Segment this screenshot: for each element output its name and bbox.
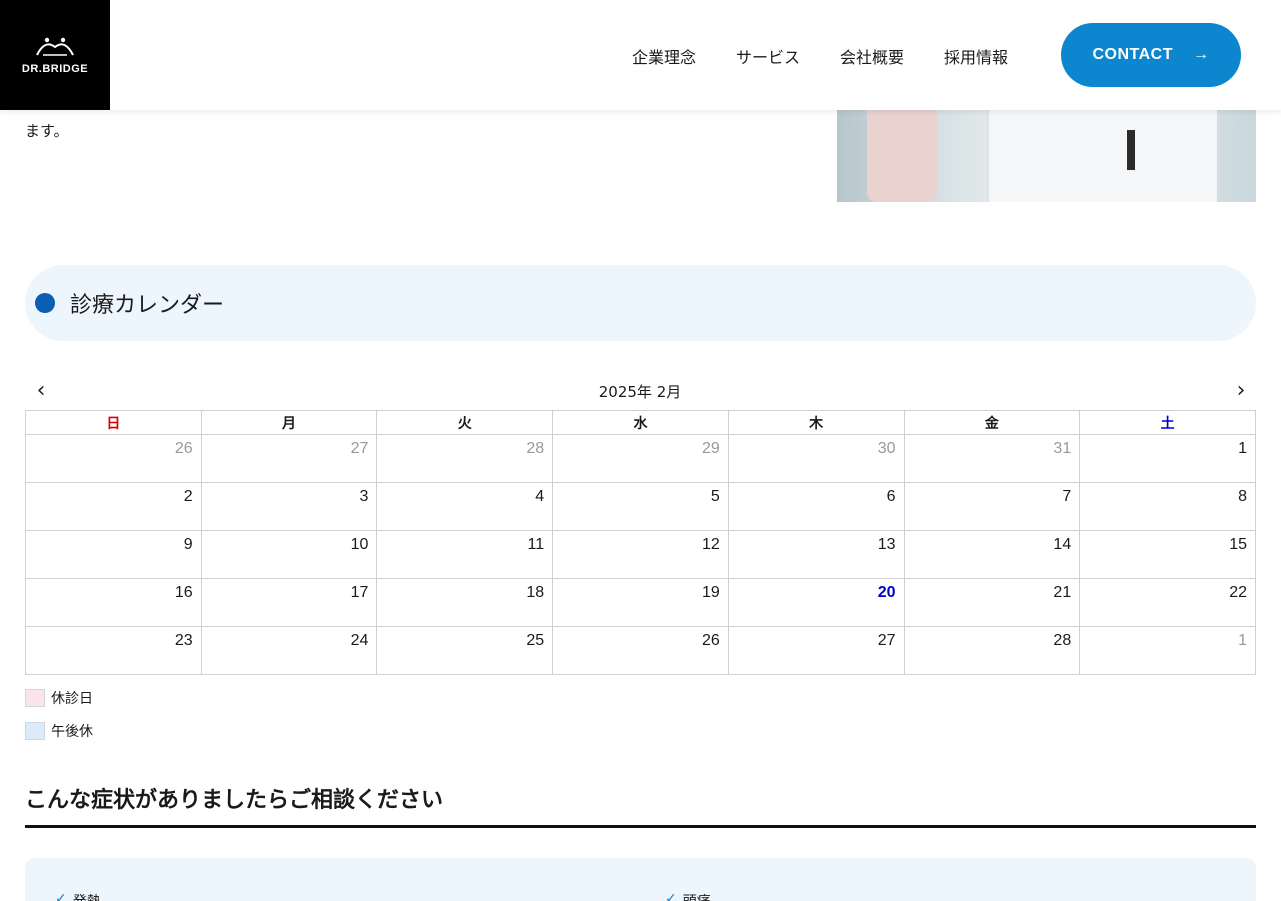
chevron-right-icon[interactable]: › [1226, 378, 1256, 406]
doctor-patient-photo [837, 110, 1256, 202]
arrow-right-icon: → [1193, 46, 1210, 63]
calendar-day[interactable]: 17 [200, 578, 378, 627]
symptoms-heading: こんな症状がありましたらご相談ください [25, 788, 444, 813]
logo[interactable]: DR.BRIDGE [0, 0, 110, 110]
nav-philosophy[interactable]: 企業理念 [632, 44, 696, 68]
calendar-week: 2 3 4 5 6 7 8 [25, 482, 1256, 531]
calendar-day[interactable]: 18 [376, 578, 554, 627]
calendar-day[interactable]: 24 [200, 626, 378, 675]
legend-swatch-pink [25, 689, 45, 707]
calendar-day[interactable]: 7 [903, 482, 1081, 531]
calendar-day[interactable]: 23 [25, 626, 202, 675]
calendar-day[interactable]: 22 [1079, 578, 1256, 627]
symptom-label: 発熱 [73, 891, 101, 901]
calendar-day-today[interactable]: 20 [727, 578, 905, 627]
legend-label: 休診日 [51, 691, 93, 707]
legend-closed-day: 休診日 [25, 688, 93, 708]
calendar-section-header: 診療カレンダー [25, 265, 1256, 341]
calendar-day[interactable]: 10 [200, 530, 378, 579]
weekday-thu: 木 [727, 410, 905, 435]
calendar-day[interactable]: 5 [552, 482, 729, 531]
calendar-day[interactable]: 28 [376, 434, 554, 483]
calendar-day[interactable]: 11 [376, 530, 554, 579]
calendar-day[interactable]: 31 [903, 434, 1081, 483]
weekday-sat: 土 [1079, 410, 1256, 435]
calendar-grid: 日 月 火 水 木 金 土 26 27 28 29 30 31 1 2 3 4 … [25, 410, 1256, 675]
intro-text: ます。 [25, 122, 69, 140]
calendar-day[interactable]: 15 [1079, 530, 1256, 579]
calendar-day[interactable]: 1 [1079, 626, 1256, 675]
calendar-day[interactable]: 26 [552, 626, 729, 675]
calendar-day[interactable]: 19 [552, 578, 729, 627]
weekday-header-row: 日 月 火 水 木 金 土 [25, 410, 1256, 435]
weekday-fri: 金 [903, 410, 1081, 435]
main-nav: 企業理念 サービス 会社概要 採用情報 [632, 44, 1008, 68]
check-icon: ✓ [55, 891, 67, 901]
nav-company[interactable]: 会社概要 [840, 44, 904, 68]
calendar-day[interactable]: 1 [1079, 434, 1256, 483]
calendar-day[interactable]: 16 [25, 578, 202, 627]
logo-text: DR.BRIDGE [21, 63, 89, 75]
calendar-week: 9 10 11 12 13 14 15 [25, 530, 1256, 579]
calendar-week: 16 17 18 19 20 21 22 [25, 578, 1256, 627]
calendar-day[interactable]: 8 [1079, 482, 1256, 531]
legend-afternoon-off: 午後休 [25, 721, 93, 741]
nav-recruit[interactable]: 採用情報 [944, 44, 1008, 68]
calendar-day[interactable]: 12 [552, 530, 729, 579]
symptom-item: ✓ 発熱 [55, 891, 101, 901]
symptom-item: ✓ 頭痛 [665, 891, 711, 901]
calendar-day[interactable]: 29 [552, 434, 729, 483]
heading-divider [25, 825, 1256, 828]
contact-label: CONTACT [1092, 46, 1174, 63]
calendar-day[interactable]: 4 [376, 482, 554, 531]
calendar-day[interactable]: 26 [25, 434, 202, 483]
bullet-dot-icon [35, 293, 55, 313]
calendar-day[interactable]: 14 [903, 530, 1081, 579]
weekday-wed: 水 [552, 410, 729, 435]
calendar-day[interactable]: 21 [903, 578, 1081, 627]
legend-swatch-blue [25, 722, 45, 740]
calendar-day[interactable]: 30 [727, 434, 905, 483]
calendar-day[interactable]: 6 [727, 482, 905, 531]
site-header: DR.BRIDGE 企業理念 サービス 会社概要 採用情報 CONTACT → [0, 0, 1281, 110]
symptoms-list: ✓ 発熱 ✓ 頭痛 [25, 858, 1256, 901]
section-title: 診療カレンダー [70, 293, 225, 318]
contact-button[interactable]: CONTACT → [1061, 23, 1241, 87]
calendar-day[interactable]: 9 [25, 530, 202, 579]
bridge-logo-icon [36, 37, 74, 56]
check-icon: ✓ [665, 891, 677, 901]
weekday-tue: 火 [376, 410, 554, 435]
calendar-week: 26 27 28 29 30 31 1 [25, 434, 1256, 483]
calendar-day[interactable]: 27 [727, 626, 905, 675]
calendar-day[interactable]: 3 [200, 482, 378, 531]
calendar-month-title: 2025年 2月 [598, 383, 682, 401]
calendar-day[interactable]: 28 [903, 626, 1081, 675]
symptom-label: 頭痛 [683, 891, 711, 901]
calendar-day[interactable]: 27 [200, 434, 378, 483]
nav-services[interactable]: サービス [736, 44, 800, 68]
calendar-day[interactable]: 25 [376, 626, 554, 675]
weekday-sun: 日 [25, 410, 202, 435]
calendar-day[interactable]: 13 [727, 530, 905, 579]
weekday-mon: 月 [200, 410, 378, 435]
chevron-left-icon[interactable]: ‹ [26, 378, 56, 406]
legend-label: 午後休 [51, 724, 93, 740]
calendar-week: 23 24 25 26 27 28 1 [25, 626, 1256, 675]
calendar-day[interactable]: 2 [25, 482, 202, 531]
